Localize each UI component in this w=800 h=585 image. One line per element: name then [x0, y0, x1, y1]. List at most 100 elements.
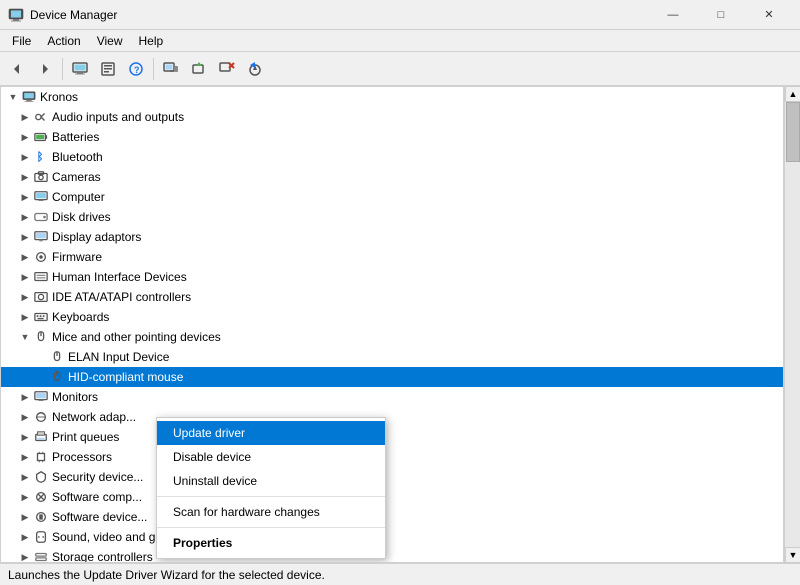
status-bar: Launches the Update Driver Wizard for th…	[0, 563, 800, 585]
expand-collapse-icon: ▶	[17, 469, 33, 485]
device-category-icon	[33, 189, 49, 205]
tree-item-label: Print queues	[52, 430, 119, 444]
tree-item[interactable]: ▶ Security device...	[1, 467, 783, 487]
expand-collapse-icon: ▶	[17, 309, 33, 325]
scroll-thumb[interactable]	[786, 102, 800, 162]
menu-help[interactable]: Help	[131, 32, 172, 50]
scan-button[interactable]	[158, 56, 184, 82]
tree-item[interactable]: ▶ Computer	[1, 187, 783, 207]
device-category-icon	[33, 269, 49, 285]
tree-item-label: HID-compliant mouse	[68, 370, 183, 384]
device-category-icon	[33, 389, 49, 405]
context-menu-item[interactable]: Scan for hardware changes	[157, 500, 385, 524]
device-category-icon	[33, 529, 49, 545]
tree-item[interactable]: ▶ Firmware	[1, 247, 783, 267]
tree-item[interactable]: ▶Human Interface Devices	[1, 267, 783, 287]
title-bar: Device Manager — □ ✕	[0, 0, 800, 30]
window-title: Device Manager	[30, 8, 650, 22]
window-controls: — □ ✕	[650, 0, 792, 30]
computer-button[interactable]	[67, 56, 93, 82]
expand-icon: ▼	[5, 89, 21, 105]
update-driver-button[interactable]	[186, 56, 212, 82]
tree-item[interactable]: ▶Cameras	[1, 167, 783, 187]
tree-item-label: Disk drives	[52, 210, 111, 224]
expand-collapse-icon	[33, 369, 49, 385]
scrollbar[interactable]: ▲ ▼	[784, 86, 800, 563]
tree-item[interactable]: ▶Software comp...	[1, 487, 783, 507]
context-menu-item[interactable]: Update driver	[157, 421, 385, 445]
toolbar-separator-1	[62, 58, 63, 80]
expand-collapse-icon: ▶	[17, 149, 33, 165]
tree-item[interactable]: ▶ ᛒ Bluetooth	[1, 147, 783, 167]
tree-item[interactable]: ▶Audio inputs and outputs	[1, 107, 783, 127]
device-category-icon: ᛒ	[33, 149, 49, 165]
tree-item[interactable]: ▶Keyboards	[1, 307, 783, 327]
device-category-icon	[33, 449, 49, 465]
help-button[interactable]: ?	[123, 56, 149, 82]
tree-item[interactable]: HID-compliant mouse	[1, 367, 783, 387]
tree-item[interactable]: ▶Processors	[1, 447, 783, 467]
tree-item[interactable]: ELAN Input Device	[1, 347, 783, 367]
tree-item[interactable]: ▼Mice and other pointing devices	[1, 327, 783, 347]
context-menu-item[interactable]: Uninstall device	[157, 469, 385, 493]
tree-item-label: Software device...	[52, 510, 147, 524]
scroll-down-button[interactable]: ▼	[785, 547, 800, 563]
tree-item-label: Firmware	[52, 250, 102, 264]
tree-item[interactable]: ▶Sound, video and game controllers	[1, 527, 783, 547]
tree-item-label: Batteries	[52, 130, 99, 144]
tree-item-label: Computer	[52, 190, 105, 204]
menu-view[interactable]: View	[89, 32, 131, 50]
tree-item[interactable]: ▶Batteries	[1, 127, 783, 147]
app-icon	[8, 7, 24, 23]
context-menu: Update driverDisable deviceUninstall dev…	[156, 417, 386, 559]
scroll-up-button[interactable]: ▲	[785, 86, 800, 102]
context-menu-item[interactable]: Disable device	[157, 445, 385, 469]
expand-collapse-icon: ▶	[17, 189, 33, 205]
expand-collapse-icon: ▶	[17, 489, 33, 505]
back-button[interactable]	[4, 56, 30, 82]
svg-text:?: ?	[134, 65, 140, 75]
forward-button[interactable]	[32, 56, 58, 82]
remove-device-button[interactable]	[214, 56, 240, 82]
device-category-icon	[49, 369, 65, 385]
device-category-icon	[33, 309, 49, 325]
device-category-icon	[33, 289, 49, 305]
device-category-icon	[33, 549, 49, 563]
expand-collapse-icon: ▶	[17, 249, 33, 265]
tree-item[interactable]: ▶Disk drives	[1, 207, 783, 227]
tree-item[interactable]: ▶Storage controllers	[1, 547, 783, 563]
device-category-icon	[33, 489, 49, 505]
maximize-button[interactable]: □	[698, 0, 744, 30]
root-label: Kronos	[40, 90, 78, 104]
device-category-icon	[33, 109, 49, 125]
device-category-icon	[33, 129, 49, 145]
menu-action[interactable]: Action	[39, 32, 88, 50]
context-menu-item[interactable]: Properties	[157, 531, 385, 555]
tree-item[interactable]: ▶Monitors	[1, 387, 783, 407]
expand-collapse-icon: ▶	[17, 169, 33, 185]
properties-button[interactable]	[95, 56, 121, 82]
rollback-button[interactable]	[242, 56, 268, 82]
tree-root[interactable]: ▼ Kronos	[1, 87, 783, 107]
tree-item[interactable]: ▶Display adaptors	[1, 227, 783, 247]
tree-item-label: ELAN Input Device	[68, 350, 169, 364]
close-button[interactable]: ✕	[746, 0, 792, 30]
tree-items: ▶Audio inputs and outputs▶Batteries▶ᛒBlu…	[1, 107, 783, 563]
tree-item-label: Bluetooth	[52, 150, 103, 164]
device-category-icon	[33, 429, 49, 445]
expand-collapse-icon: ▼	[17, 329, 33, 345]
expand-collapse-icon: ▶	[17, 389, 33, 405]
tree-item[interactable]: ▶Network adap...	[1, 407, 783, 427]
minimize-button[interactable]: —	[650, 0, 696, 30]
svg-text:ᛒ: ᛒ	[37, 152, 44, 164]
menu-file[interactable]: File	[4, 32, 39, 50]
tree-item[interactable]: ▶IDE ATA/ATAPI controllers	[1, 287, 783, 307]
device-tree[interactable]: ▼ Kronos ▶Audio inputs and outputs▶Batte…	[0, 86, 784, 563]
menu-bar: File Action View Help	[0, 30, 800, 52]
tree-item-label: Security device...	[52, 470, 143, 484]
expand-collapse-icon: ▶	[17, 109, 33, 125]
tree-item[interactable]: ▶Print queues	[1, 427, 783, 447]
tree-item[interactable]: ▶ Software device...	[1, 507, 783, 527]
scroll-track[interactable]	[785, 102, 800, 547]
expand-collapse-icon: ▶	[17, 509, 33, 525]
